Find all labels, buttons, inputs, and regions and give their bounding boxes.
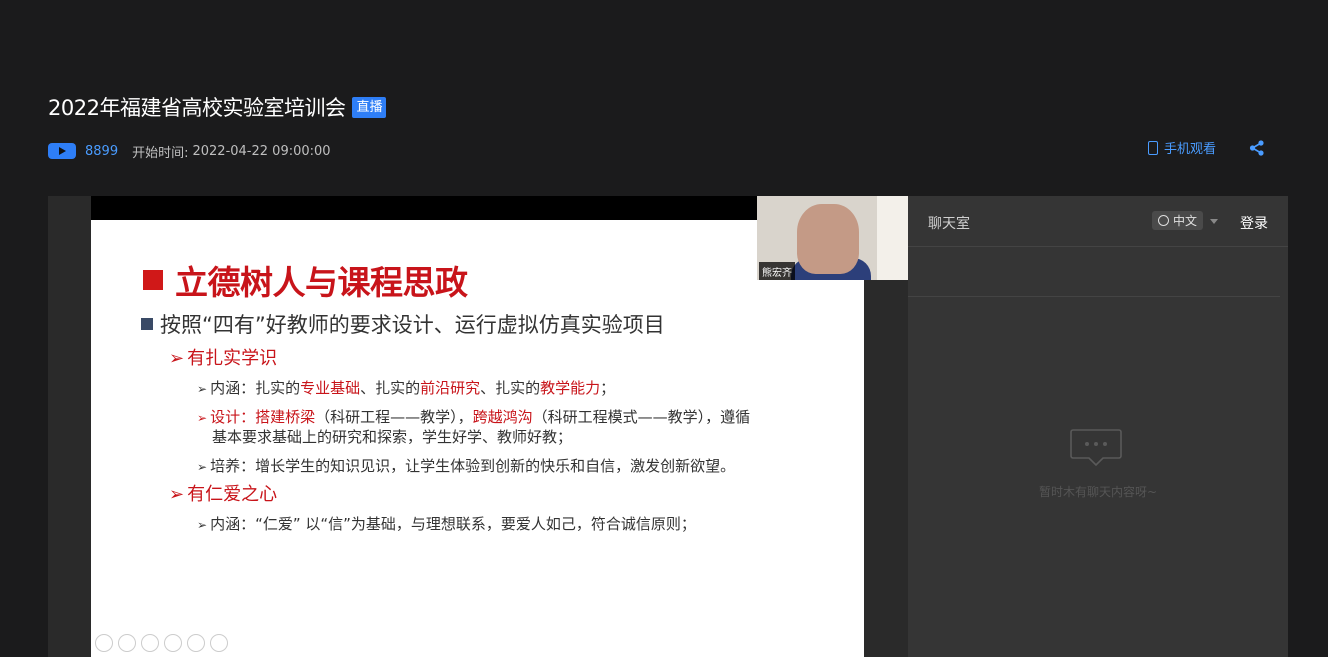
chat-divider (908, 296, 1280, 297)
slide-heading: 立德树人与课程思政 (143, 256, 468, 304)
zoom-icon[interactable] (187, 634, 205, 652)
slide-text: 内涵：扎实的 (210, 379, 301, 397)
slide-text: （科研工程——教学）， (315, 408, 473, 426)
slide-bullet-3: ➢ 培养：增长学生的知识见识，让学生体验到创新的快乐和自信，激发创新欲望。 (197, 455, 735, 476)
slide-text: 设计： (210, 408, 256, 426)
language-select[interactable]: 中文 (1152, 211, 1204, 230)
slide-top-bar (91, 196, 757, 220)
page-title-row: 2022年福建省高校实验室培训会 直播 (48, 92, 387, 122)
chat-empty-text: 暂时木有聊天内容呀~ (1038, 485, 1158, 499)
slide-text: 、扎实的 (480, 379, 541, 397)
slide-text: 搭建桥梁 (255, 408, 316, 426)
slide-bullet-2: ➢ 设计：搭建桥梁（科研工程——教学），跨越鸿沟（科研工程模式——教学），遵循 (197, 406, 750, 427)
slide-text: （科研工程模式——教学），遵循 (532, 408, 751, 426)
heading-bullet-icon (143, 270, 163, 290)
language-label: 中文 (1173, 214, 1198, 228)
slide-bullet-2-line-2: 基本要求基础上的研究和探索，学生好学、教师好教； (212, 428, 573, 446)
slides-icon[interactable] (164, 634, 182, 652)
chat-title: 聊天室 (928, 216, 970, 232)
next-slide-icon[interactable] (118, 634, 136, 652)
chat-bubble-icon (1070, 429, 1122, 466)
arrow-bullet-icon: ➢ (169, 484, 185, 505)
slide-text: ； (600, 379, 616, 397)
slide-bullet-1: ➢ 内涵：扎实的专业基础、扎实的前沿研究、扎实的教学能力； (197, 377, 615, 398)
presenter-name: 熊宏齐 (759, 262, 795, 280)
more-icon[interactable] (210, 634, 228, 652)
arrow-bullet-icon: ➢ (197, 460, 208, 474)
slide-subheading-2-text: 有仁爱之心 (187, 484, 278, 505)
arrow-bullet-icon: ➢ (197, 382, 208, 396)
page-title: 2022年福建省高校实验室培训会 (48, 96, 346, 120)
slide-text: 跨越鸿沟 (472, 408, 533, 426)
slide-toolbar (95, 634, 228, 652)
slide-text: 培养：增长学生的知识见识，让学生体验到创新的快乐和自信，激发创新欲望。 (210, 457, 736, 475)
mobile-watch-link[interactable]: 手机观看 (1164, 138, 1216, 157)
slide-subheading-2: ➢ 有仁爱之心 (169, 480, 277, 506)
live-badge: 直播 (352, 96, 387, 118)
play-icon (48, 143, 76, 159)
chat-header: 聊天室 中文 登录 (908, 196, 1288, 247)
presenter-face (797, 204, 859, 274)
phone-icon (1147, 140, 1158, 155)
share-icon[interactable] (1248, 139, 1266, 157)
globe-icon (1158, 215, 1169, 226)
slide-text: 前沿研究 (420, 379, 481, 397)
slide-subheading-1: ➢ 有扎实学识 (169, 344, 277, 370)
pen-icon[interactable] (141, 634, 159, 652)
start-time: 2022-04-22 09:00:00 (192, 143, 331, 159)
chat-panel: 聊天室 中文 登录 暂时木有聊天内容呀~ (908, 196, 1288, 657)
slide-bullet-4: ➢ 内涵：“仁爱” 以“信”为基础，与理想联系，要爱人如己，符合诚信原则； (197, 513, 696, 534)
slide-text: 专业基础 (300, 379, 361, 397)
slide-line-1-text: 按照“四有”好教师的要求设计、运行虚拟仿真实验项目 (160, 313, 665, 337)
arrow-bullet-icon: ➢ (169, 348, 185, 369)
meta-row: 8899 开始时间: 2022-04-22 09:00:00 (48, 140, 331, 162)
login-button[interactable]: 登录 (1240, 213, 1268, 233)
chevron-down-icon[interactable] (1210, 219, 1218, 224)
presenter-camera: 熊宏齐 (757, 196, 908, 280)
slide-subheading-1-text: 有扎实学识 (187, 348, 278, 369)
arrow-bullet-icon: ➢ (197, 411, 208, 425)
slide-text: 内涵：“仁爱” 以“信”为基础，与理想联系，要爱人如己，符合诚信原则； (210, 515, 696, 533)
camera-background (877, 196, 908, 280)
video-player[interactable]: 立德树人与课程思政 按照“四有”好教师的要求设计、运行虚拟仿真实验项目 ➢ 有扎实… (48, 196, 908, 657)
slide-line-1: 按照“四有”好教师的要求设计、运行虚拟仿真实验项目 (141, 309, 665, 339)
header-actions: 手机观看 (1147, 138, 1266, 157)
presentation-slide: 立德树人与课程思政 按照“四有”好教师的要求设计、运行虚拟仿真实验项目 ➢ 有扎实… (91, 220, 864, 657)
arrow-bullet-icon: ➢ (197, 518, 208, 532)
slide-text: 教学能力 (540, 379, 601, 397)
start-time-label: 开始时间: (132, 145, 189, 161)
slide-text: 、扎实的 (360, 379, 421, 397)
square-bullet-icon (141, 318, 153, 330)
prev-slide-icon[interactable] (95, 634, 113, 652)
slide-heading-text: 立德树人与课程思政 (175, 263, 468, 302)
view-count: 8899 (85, 143, 119, 159)
